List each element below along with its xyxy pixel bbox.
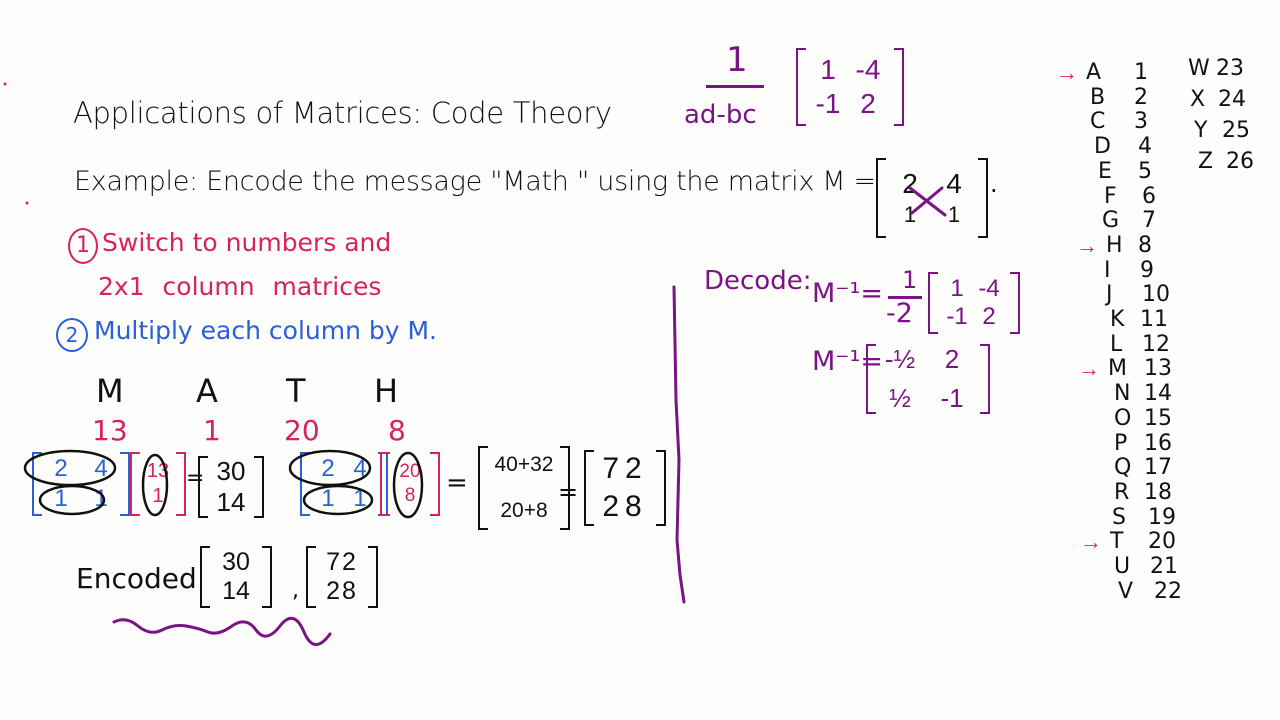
row-highlight-ellipse xyxy=(302,484,374,516)
wavy-underline xyxy=(112,616,332,646)
ink-strokes xyxy=(3,82,947,646)
column-highlight-ellipse xyxy=(141,453,169,517)
cross-mark xyxy=(908,186,947,217)
row-highlight-ellipse xyxy=(23,449,117,487)
row-highlight-ellipse xyxy=(288,449,372,487)
column-highlight-ellipse xyxy=(392,451,424,519)
stray-dot xyxy=(25,201,29,205)
row-highlight-ellipse xyxy=(38,484,106,516)
stray-dot xyxy=(3,82,7,86)
divider-line xyxy=(672,285,686,604)
